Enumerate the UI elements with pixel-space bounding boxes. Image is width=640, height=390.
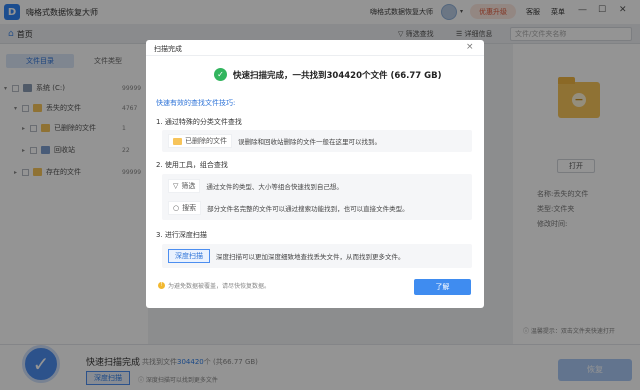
summary-text: 快速扫描完成，一共找到304420个文件 (66.77 GB) [233,70,442,81]
tips-heading: 快速有效的查找文件技巧: [156,99,236,107]
deleted-files-text: 误删除和回收站删除的文件一般在这里可以找到。 [238,138,381,146]
section-3-title: 3. 进行深度扫描 [156,231,207,239]
data-safety-note: ! 为避免数据被覆盖，请尽快恢复数据。 [158,281,270,290]
dialog-title: 扫描完成 [154,45,182,53]
filter-chip[interactable]: ▽ 筛选 [168,179,201,193]
dialog-header: 扫描完成 × [146,40,484,56]
deleted-files-chip-label: 已删除的文件 [185,137,227,145]
deep-scan-text: 深度扫描可以更加深度细致地查找丢失文件，从而找到更多文件。 [216,253,405,261]
warning-icon: ! [158,282,165,289]
deleted-files-tip: 已删除的文件 误删除和回收站删除的文件一般在这里可以找到。 [168,134,381,148]
search-text: 部分文件名完整的文件可以通过搜索功能找到，也可以直接文件类型。 [207,205,409,213]
filter-icon: ▽ [173,182,179,190]
deep-scan-tip-row: 深度扫描 深度扫描可以更加深度细致地查找丢失文件，从而找到更多文件。 [168,249,405,263]
filter-chip-label: 筛选 [181,182,196,190]
understand-button[interactable]: 了解 [414,279,471,295]
folder-icon [173,137,182,145]
filter-tip: ▽ 筛选 通过文件的类型、大小等组合快速找到自己想。 [168,179,343,193]
close-icon[interactable]: × [466,42,474,52]
search-icon: ○ [173,204,180,212]
note-text: 为避免数据被覆盖，请尽快恢复数据。 [168,283,271,290]
deleted-files-chip[interactable]: 已删除的文件 [168,134,232,148]
search-chip[interactable]: ○ 搜索 [168,201,202,215]
section-1-panel: 已删除的文件 误删除和回收站删除的文件一般在这里可以找到。 [162,130,472,152]
deep-scan-dialog-button[interactable]: 深度扫描 [168,249,210,263]
section-1-title: 1. 通过特殊的分类文件查找 [156,118,242,126]
filter-text: 通过文件的类型、大小等组合快速找到自己想。 [206,183,343,191]
scan-summary: ✓ 快速扫描完成，一共找到304420个文件 (66.77 GB) [214,68,442,81]
section-3-panel: 深度扫描 深度扫描可以更加深度细致地查找丢失文件，从而找到更多文件。 [162,244,472,268]
search-chip-label: 搜索 [182,204,197,212]
scan-complete-dialog: 扫描完成 × ✓ 快速扫描完成，一共找到304420个文件 (66.77 GB)… [146,40,484,308]
section-2-title: 2. 使用工具，组合查找 [156,161,228,169]
check-circle-icon: ✓ [214,68,227,81]
search-tip: ○ 搜索 部分文件名完整的文件可以通过搜索功能找到，也可以直接文件类型。 [168,201,409,215]
section-2-panel: ▽ 筛选 通过文件的类型、大小等组合快速找到自己想。 ○ 搜索 部分文件名完整的文件… [162,174,472,220]
